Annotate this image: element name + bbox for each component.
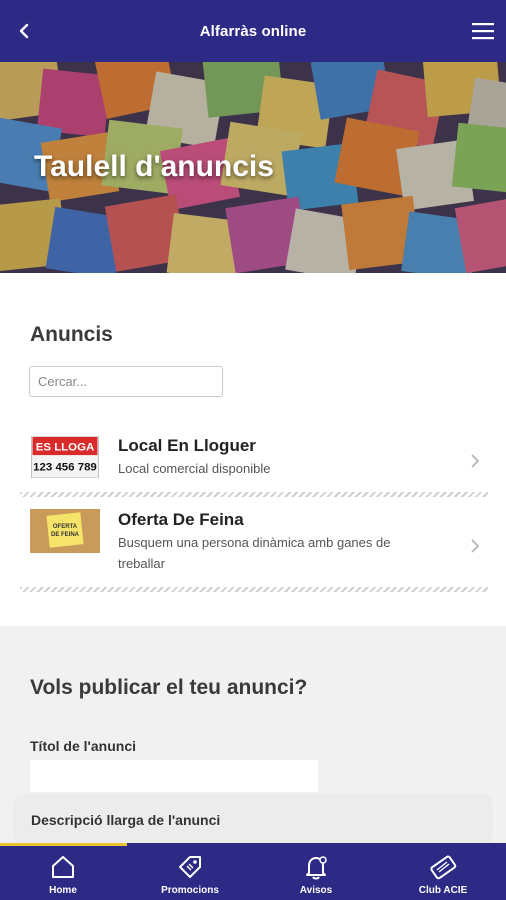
list-divider [20,492,488,497]
list-item[interactable]: OFERTA DE FEINA Oferta De Feina Busquem … [20,509,488,579]
bottom-navigation: Home Promocions Avisos Club ACIE [0,843,506,900]
thumb-line2: DE FEINA [51,532,80,538]
card-icon [429,853,457,881]
description-field-label: Descripció llarga de l'anunci [31,812,221,828]
hamburger-icon [472,23,494,40]
ad-thumbnail: OFERTA DE FEINA [30,509,100,553]
publish-section: Vols publicar el teu anunci? Títol de l'… [0,626,506,844]
title-field-label: Títol de l'anunci [30,738,136,754]
nav-avisos[interactable]: Avisos [253,843,379,900]
hero-title: Taulell d'anuncis [34,150,274,183]
thumb-line1: OFERTA [53,524,78,530]
home-icon [49,853,77,881]
ad-title-input[interactable] [30,760,318,792]
hero-banner: Taulell d'anuncis [0,62,506,273]
ad-title: Local En Lloguer [118,436,256,455]
top-app-bar: Alfarràs online [0,0,506,62]
bell-icon [302,853,330,881]
tag-icon [176,853,204,881]
ads-section-title: Anuncis [30,323,113,346]
list-item[interactable]: ES LLOGA 123 456 789 Local En Lloguer Lo… [20,436,488,492]
nav-label: Avisos [299,885,333,896]
chevron-right-icon [468,539,482,553]
ad-thumbnail: ES LLOGA 123 456 789 [31,436,99,478]
thumb-line2: 123 456 789 [33,461,97,473]
thumb-line1: ES LLOGA [36,441,94,453]
nav-promocions[interactable]: Promocions [127,843,253,900]
nav-label: Promocions [161,885,219,896]
search-input[interactable] [29,366,223,397]
nav-label: Home [49,885,77,896]
ad-title: Oferta De Feina [118,510,244,529]
chevron-right-icon [468,454,482,468]
ad-description: Busquem una persona dinàmica amb ganes d… [118,535,391,571]
nav-home[interactable]: Home [0,843,126,900]
nav-label: Club ACIE [418,885,468,896]
publish-title: Vols publicar el teu anunci? [30,676,308,699]
nav-club-acie[interactable]: Club ACIE [380,843,506,900]
ad-description: Local comercial disponible [118,461,271,476]
back-button[interactable] [10,16,40,46]
chevron-left-icon [19,23,29,39]
menu-button[interactable] [468,16,498,46]
list-divider [20,587,488,592]
app-title: Alfarràs online [199,22,307,40]
